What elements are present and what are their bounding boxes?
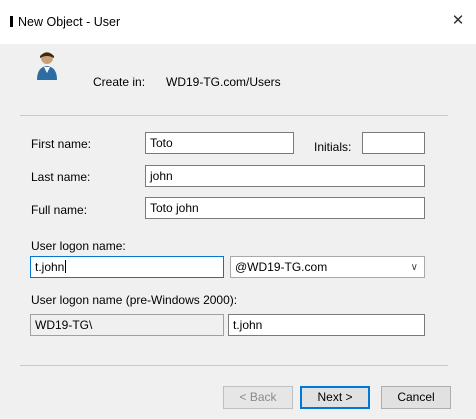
close-button[interactable]: ✕ xyxy=(446,8,470,32)
text-caret xyxy=(65,260,67,273)
last-name-field[interactable]: john xyxy=(145,165,425,187)
domain-suffix-value: @WD19-TG.com xyxy=(235,260,328,274)
dialog-body xyxy=(0,44,476,419)
first-name-field[interactable]: Toto xyxy=(145,132,294,154)
separator xyxy=(20,115,448,116)
window-title: New Object - User xyxy=(18,15,121,29)
pre2000-domain-field: WD19-TG\ xyxy=(30,314,224,336)
close-icon: ✕ xyxy=(451,12,465,29)
bottom-separator xyxy=(20,365,448,366)
create-in-label: Create in: xyxy=(93,75,146,89)
domain-suffix-select[interactable]: @WD19-TG.com ∨ xyxy=(230,256,425,278)
create-in-path: WD19-TG.com/Users xyxy=(166,75,281,89)
full-name-label: Full name: xyxy=(31,203,88,217)
first-name-label: First name: xyxy=(31,137,92,151)
full-name-field[interactable]: Toto john xyxy=(145,197,425,219)
pre2000-logon-field[interactable]: t.john xyxy=(228,314,425,336)
title-bar: New Object - User ✕ xyxy=(0,0,476,44)
app-icon xyxy=(10,16,13,27)
user-icon xyxy=(37,52,57,80)
initials-label: Initials: xyxy=(314,140,352,154)
back-button[interactable]: < Back xyxy=(223,386,293,409)
logon-name-field[interactable]: t.john xyxy=(30,256,224,278)
cancel-button[interactable]: Cancel xyxy=(381,386,451,409)
last-name-label: Last name: xyxy=(31,170,91,184)
logon-name-text: t.john xyxy=(35,260,65,274)
next-button[interactable]: Next > xyxy=(300,386,370,409)
logon-name-label: User logon name: xyxy=(31,239,126,253)
initials-field[interactable] xyxy=(362,132,425,154)
chevron-down-icon: ∨ xyxy=(410,262,418,273)
pre2000-label: User logon name (pre-Windows 2000): xyxy=(31,293,238,307)
